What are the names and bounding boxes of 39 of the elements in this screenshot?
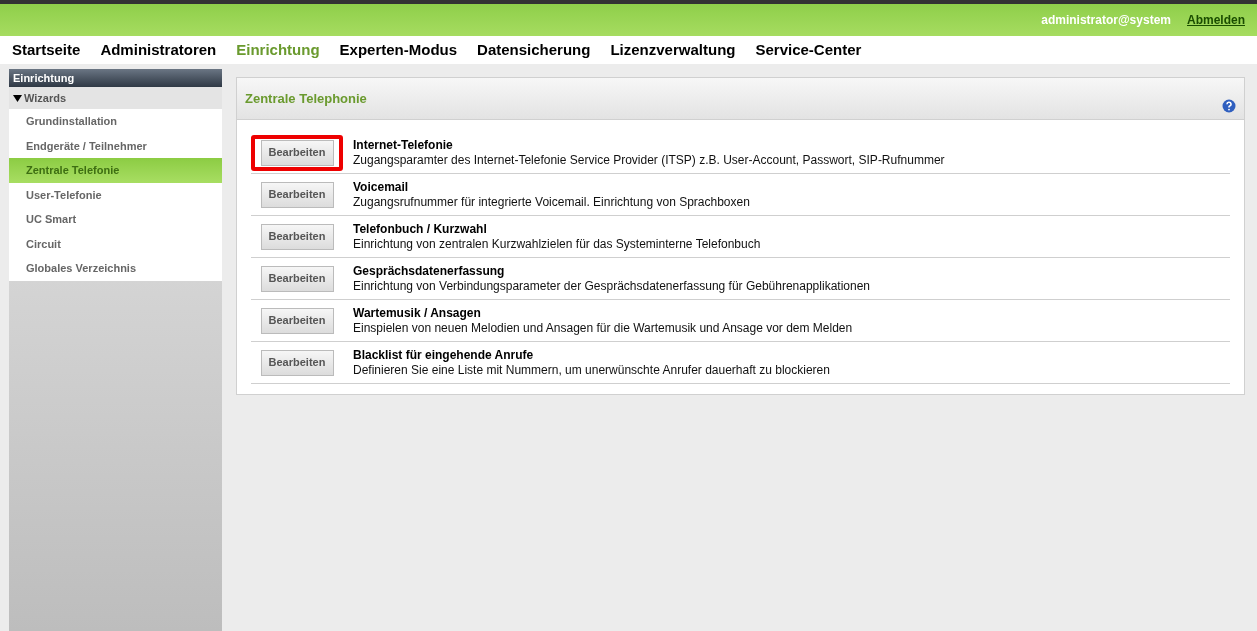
entry-description: Einrichtung von Verbindungsparameter der Gesprächsdatenerfassung für Gebührenapplikationen <box>353 278 870 294</box>
entry-description: Einrichtung von zentralen Kurzwahlzielen für das Systeminterne Telefonbuch <box>353 236 761 252</box>
entry-title: Internet-Telefonie <box>353 137 454 153</box>
edit-button[interactable]: Bearbeiten <box>260 181 334 208</box>
nav-tab[interactable]: Einrichtung <box>236 38 320 62</box>
entry-description: Einspielen von neuen Melodien und Ansagen für die Wartemusik und Ansage vor dem Melden <box>353 320 853 336</box>
entry-description: Zugangsparamter des Internet-Telefonie Service Provider (ITSP) z.B. User-Account, Passwort, SIP-Rufnummer <box>353 152 945 168</box>
edit-button[interactable]: Bearbeiten <box>260 139 334 166</box>
sidebar-item[interactable]: Grundinstallation <box>9 109 222 134</box>
nav-tab[interactable]: Service-Center <box>755 38 862 62</box>
entry-description: Definieren Sie eine Liste mit Nummern, um unerwünschte Anrufer dauerhaft zu blockieren <box>353 362 830 378</box>
sidebar-item[interactable]: User-Telefonie <box>9 182 222 207</box>
caret-icon <box>13 94 22 102</box>
sidebar-item[interactable]: UC Smart <box>9 207 222 232</box>
help-icon[interactable] <box>1222 98 1236 113</box>
user-name: administrator@system <box>1041 12 1171 29</box>
entry-title: Blacklist für eingehende Anrufe <box>353 347 535 363</box>
nav-tab[interactable]: Lizenzverwaltung <box>610 38 736 62</box>
edit-button[interactable]: Bearbeiten <box>260 223 334 250</box>
sidebar-item[interactable]: Circuit <box>9 231 222 256</box>
sidebar-title: Einrichtung <box>9 69 222 87</box>
nav-tab[interactable]: Administratoren <box>100 38 217 62</box>
sidebar-item[interactable]: Zentrale Telefonie <box>9 158 222 183</box>
nav-tab[interactable]: Startseite <box>12 38 81 62</box>
nav-tab[interactable]: Datensicherung <box>477 38 591 62</box>
entry-description: Zugangsrufnummer für integrierte Voicemail. Einrichtung von Sprachboxen <box>353 194 750 210</box>
sidebar-item[interactable]: Endgeräte / Teilnehmer <box>9 133 222 158</box>
sidebar-item[interactable]: Globales Verzeichnis <box>9 256 222 281</box>
logout-link[interactable]: Abmelden <box>1187 11 1245 29</box>
entry-title: Telefonbuch / Kurzwahl <box>353 221 488 237</box>
panel-title: Zentrale Telephonie <box>245 89 367 108</box>
entry-title: Wartemusik / Ansagen <box>353 305 482 321</box>
edit-button[interactable]: Bearbeiten <box>260 265 334 292</box>
edit-button[interactable]: Bearbeiten <box>260 307 334 334</box>
nav-tab[interactable]: Experten-Modus <box>339 38 458 62</box>
entry-title: Voicemail <box>353 179 410 195</box>
edit-button[interactable]: Bearbeiten <box>260 349 334 376</box>
entry-title: Gesprächsdatenerfassung <box>353 263 506 279</box>
sidebar-group[interactable]: Wizards <box>9 87 222 109</box>
